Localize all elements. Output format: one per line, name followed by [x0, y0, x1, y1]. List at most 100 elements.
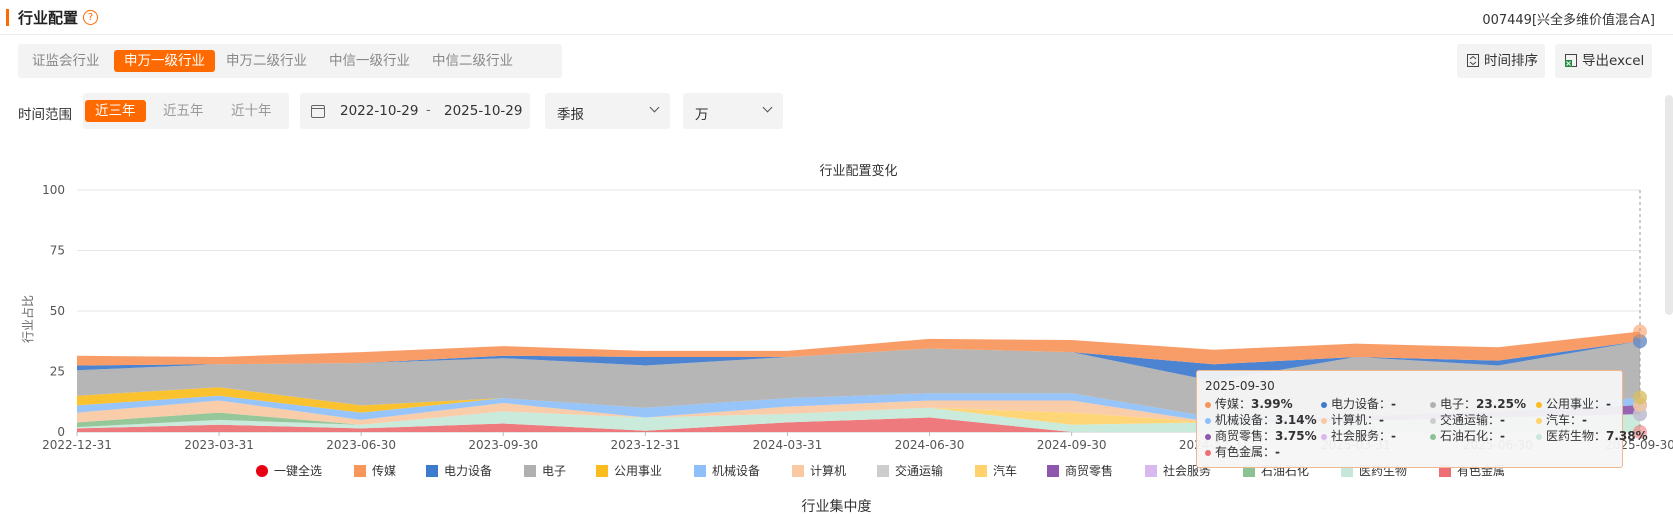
time-range-tabs: 近三年 近五年 近十年	[83, 93, 289, 129]
tooltip-series-name: 传媒：	[1215, 397, 1252, 411]
x-tick-label: 2023-06-30	[326, 438, 396, 452]
tooltip-series-name: 电子：	[1440, 397, 1477, 411]
legend-swatch-汽车	[975, 465, 987, 477]
calendar-icon	[311, 105, 325, 118]
tooltip-series-name: 商贸零售：	[1215, 429, 1276, 443]
tooltip-dot	[1321, 417, 1327, 424]
time-sort-button[interactable]: 时间排序	[1457, 44, 1545, 78]
tab-sw-level2[interactable]: 申万二级行业	[216, 50, 317, 72]
legend-label-传媒[interactable]: 传媒	[372, 463, 396, 478]
x-tick-label: 2023-12-31	[610, 438, 680, 452]
hover-marker-传媒	[1633, 324, 1647, 339]
y-tick-label: 25	[50, 365, 65, 379]
legend-label-电力设备[interactable]: 电力设备	[444, 464, 492, 478]
select-all-icon	[256, 465, 268, 477]
chevron-down-icon	[762, 102, 773, 113]
legend-swatch-社会服务	[1145, 465, 1157, 477]
x-tick-label: 2024-09-30	[1037, 438, 1107, 452]
tooltip-item: 汽车：-	[1536, 411, 1587, 428]
chart-title: 行业配置变化	[819, 163, 897, 179]
tooltip-series-value: 3.75%	[1275, 429, 1317, 443]
tooltip-series-value: -	[1379, 413, 1384, 427]
concentration-section-title: 行业集中度	[801, 499, 872, 515]
x-tick-label: 2024-06-30	[895, 438, 965, 452]
legend-swatch-公用事业	[596, 465, 608, 477]
report-type-select[interactable]: 季报	[545, 93, 670, 129]
legend-label-机械设备[interactable]: 机械设备	[712, 463, 760, 478]
scrollbar[interactable]	[1665, 95, 1673, 315]
tooltip-series-value: 3.14%	[1275, 413, 1317, 427]
legend-label-计算机[interactable]: 计算机	[810, 463, 846, 478]
x-tick-label: 2023-03-31	[184, 438, 254, 452]
tooltip-item: 商贸零售：3.75%	[1205, 427, 1317, 444]
tooltip-item: 机械设备：3.14%	[1205, 411, 1317, 428]
tooltip-series-value: 7.38%	[1606, 429, 1648, 443]
tooltip-series-value: -	[1391, 397, 1396, 411]
excel-icon	[1565, 54, 1577, 67]
legend-label-电子[interactable]: 电子	[542, 464, 566, 478]
card-title: 行业配置	[18, 9, 79, 27]
tooltip-series-name: 石油石化：	[1440, 429, 1501, 443]
tooltip-item: 社会服务：-	[1321, 427, 1396, 444]
tooltip-series-value: -	[1391, 429, 1396, 443]
y-tick-label: 0	[57, 425, 65, 439]
tooltip-item: 电子：23.25%	[1430, 395, 1526, 412]
legend-label-商贸零售[interactable]: 商贸零售	[1065, 463, 1113, 478]
tooltip-dot	[1205, 417, 1211, 424]
tooltip-item: 电力设备：-	[1321, 395, 1396, 412]
help-icon[interactable]: ?	[83, 10, 98, 25]
tab-csrc-industry[interactable]: 证监会行业	[22, 50, 110, 72]
chart-tooltip: 2025-09-30 传媒：3.99% 电力设备：- 电子：23.25% 公用事业：-…	[1196, 370, 1648, 468]
tooltip-series-name: 有色金属：	[1215, 445, 1276, 459]
range-10y[interactable]: 近十年	[221, 100, 282, 122]
date-separator: -	[426, 103, 431, 118]
legend-label-公用事业[interactable]: 公用事业	[614, 464, 662, 478]
date-range-picker[interactable]: 2022-10-29 - 2025-10-29	[300, 93, 530, 129]
tooltip-dot	[1536, 417, 1542, 424]
hover-marker-公用事业	[1633, 390, 1647, 405]
tooltip-series-value: 3.99%	[1251, 397, 1293, 411]
tooltip-series-value: 23.25%	[1476, 397, 1526, 411]
tooltip-dot	[1536, 401, 1542, 408]
x-tick-label: 2024-03-31	[753, 438, 823, 452]
tooltip-series-name: 交通运输：	[1440, 413, 1501, 427]
tooltip-item: 交通运输：-	[1430, 411, 1505, 428]
legend-swatch-电子	[524, 465, 536, 477]
fund-name: 007449[兴全多维价值混合A]	[1482, 13, 1655, 28]
tooltip-series-name: 电力设备：	[1331, 397, 1392, 411]
end-date[interactable]: 2025-10-29	[444, 103, 522, 119]
export-excel-button[interactable]: 导出excel	[1555, 44, 1652, 78]
tooltip-series-value: -	[1275, 445, 1280, 459]
range-3y[interactable]: 近三年	[85, 100, 146, 122]
industry-standard-tabs: 证监会行业 申万一级行业 申万二级行业 中信一级行业 中信二级行业	[18, 44, 562, 78]
y-tick-label: 50	[50, 304, 65, 318]
legend-label-一键全选[interactable]: 一键全选	[274, 463, 322, 478]
tooltip-dot	[1205, 401, 1211, 408]
tab-citic-level1[interactable]: 中信一级行业	[319, 50, 420, 72]
tab-citic-level2[interactable]: 中信二级行业	[422, 50, 523, 72]
title-accent-bar	[6, 9, 9, 26]
tooltip-item: 计算机：-	[1321, 411, 1384, 428]
tooltip-series-name: 机械设备：	[1215, 413, 1276, 427]
unit-select[interactable]: 万	[683, 93, 783, 129]
tooltip-series-value: -	[1606, 397, 1611, 411]
legend-swatch-交通运输	[877, 465, 889, 477]
tooltip-dot	[1430, 401, 1436, 408]
x-tick-label: 2022-12-31	[42, 438, 112, 452]
legend-swatch-计算机	[792, 465, 804, 477]
tooltip-item: 医药生物：7.38%	[1536, 427, 1648, 444]
legend-label-汽车[interactable]: 汽车	[993, 463, 1017, 478]
time-sort-label: 时间排序	[1484, 53, 1538, 69]
legend-swatch-电力设备	[426, 465, 438, 477]
tooltip-dot	[1321, 433, 1327, 440]
tooltip-series-name: 医药生物：	[1546, 429, 1607, 443]
sort-icon	[1467, 54, 1479, 67]
tab-sw-level1[interactable]: 申万一级行业	[114, 50, 215, 72]
range-5y[interactable]: 近五年	[153, 100, 214, 122]
start-date[interactable]: 2022-10-29	[340, 103, 418, 119]
tooltip-item: 传媒：3.99%	[1205, 395, 1293, 412]
tooltip-series-name: 汽车：	[1546, 413, 1583, 427]
legend-swatch-商贸零售	[1047, 465, 1059, 477]
report-type-value: 季报	[557, 107, 584, 123]
legend-label-交通运输[interactable]: 交通运输	[895, 463, 943, 478]
